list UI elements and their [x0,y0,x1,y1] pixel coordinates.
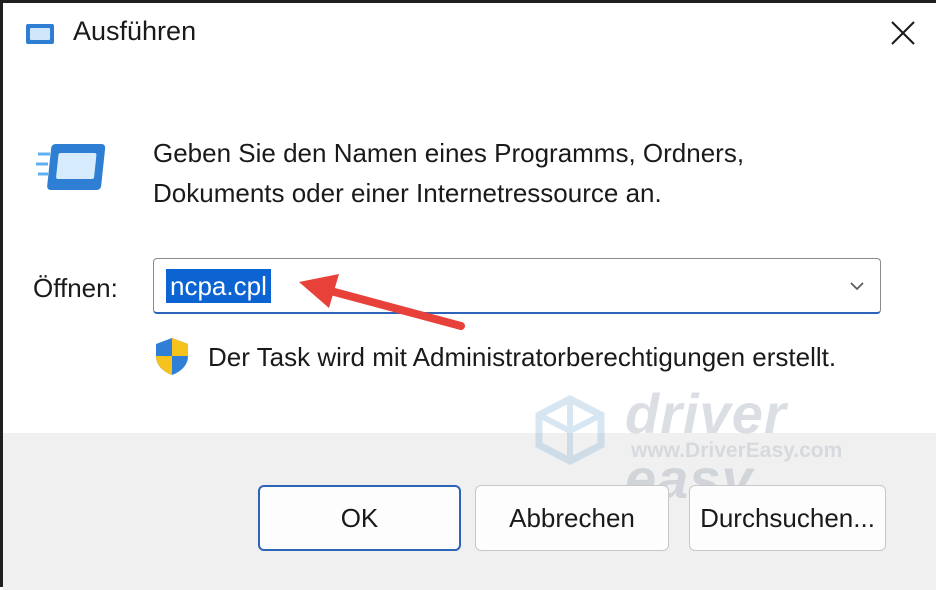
run-dialog-window: Ausführen Geben Sie den Namen eines Prog… [0,0,936,590]
open-combobox[interactable]: ncpa.cpl [153,258,881,314]
window-title: Ausführen [73,16,197,46]
ok-button[interactable]: OK [258,485,461,551]
run-program-icon [36,144,106,190]
title-bar: Ausführen [3,3,936,61]
uac-shield-icon [156,338,188,375]
close-icon [891,21,915,45]
description-line-1: Geben Sie den Namen eines Programms, Ord… [153,138,745,168]
open-input[interactable]: ncpa.cpl [166,269,271,303]
description-line-2: Dokuments oder einer Internetressource a… [153,178,662,208]
dialog-description: Geben Sie den Namen eines Programms, Ord… [153,133,913,213]
open-label: Öffnen: [33,273,118,303]
cancel-button[interactable]: Abbrechen [475,485,669,551]
chevron-down-icon[interactable] [848,277,866,295]
run-dialog-icon [26,24,54,44]
admin-notice: Der Task wird mit Administratorberechtig… [208,342,837,372]
browse-button[interactable]: Durchsuchen... [689,485,886,551]
close-button[interactable] [881,13,925,53]
dialog-body [3,61,936,433]
